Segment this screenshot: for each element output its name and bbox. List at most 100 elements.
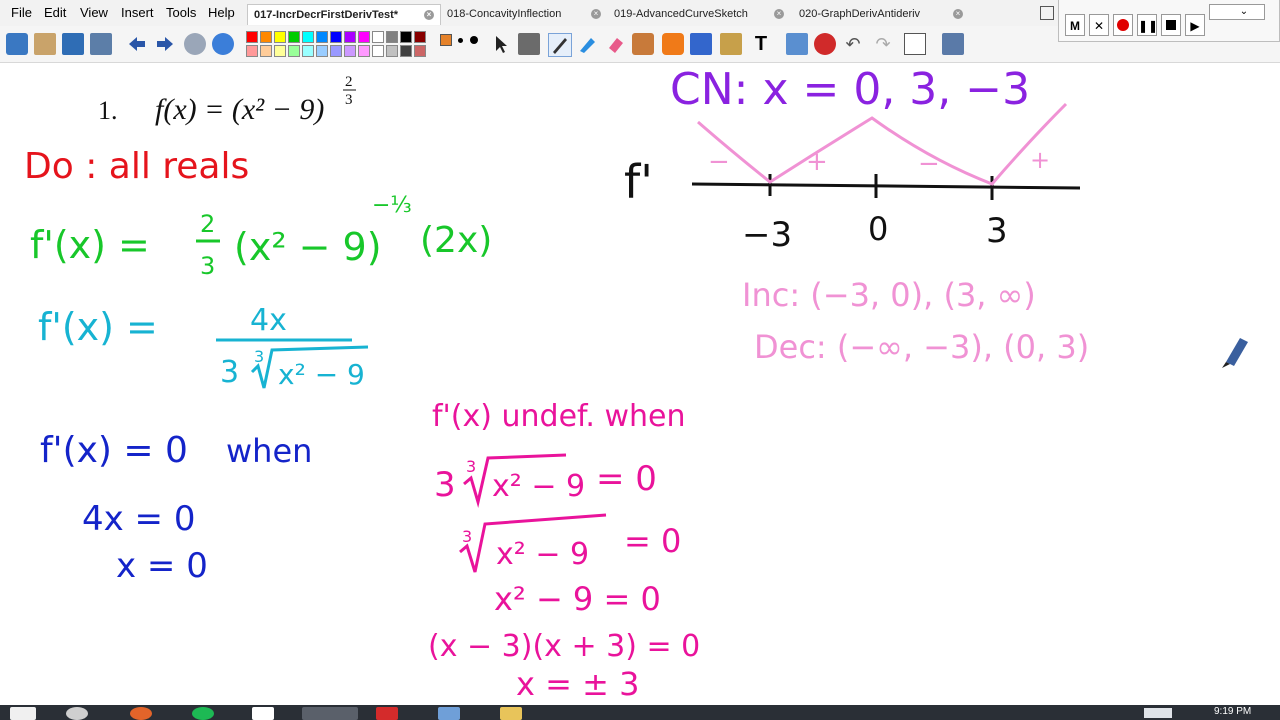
mic-button[interactable]: M	[1065, 14, 1085, 36]
browser-icon[interactable]	[212, 33, 234, 55]
color-swatch[interactable]	[414, 31, 426, 43]
menu-edit[interactable]: Edit	[44, 5, 66, 20]
close-icon[interactable]: ×	[953, 9, 963, 19]
tab-label: 018-ConcavityInflection	[447, 8, 562, 20]
color-swatch[interactable]	[358, 45, 370, 57]
derivative-1-tail: (2x)	[420, 220, 492, 261]
menu-tools[interactable]: Tools	[166, 5, 196, 20]
close-icon[interactable]: ×	[774, 9, 784, 19]
color-swatch[interactable]	[274, 45, 286, 57]
app-icon[interactable]	[66, 707, 88, 720]
firefox-icon[interactable]	[130, 707, 152, 720]
tools-icon[interactable]	[90, 33, 112, 55]
taskbar: 9:19 PM	[0, 705, 1280, 720]
line-tool-icon[interactable]	[690, 33, 712, 55]
recorder-panel: ⌄ M ✕ ❚❚ ▶	[1058, 0, 1280, 42]
color-swatch[interactable]	[414, 45, 426, 57]
color-swatch[interactable]	[260, 45, 272, 57]
dot-small-icon[interactable]	[458, 38, 463, 43]
crop-tool-icon[interactable]	[518, 33, 540, 55]
record-button[interactable]	[1113, 14, 1133, 36]
open-file-icon[interactable]	[34, 33, 56, 55]
select-arrow-icon[interactable]	[490, 33, 512, 55]
shapes-icon[interactable]	[662, 33, 684, 55]
close-icon[interactable]: ×	[424, 10, 434, 20]
eraser-icon[interactable]	[604, 33, 626, 55]
flipchart-icon[interactable]	[252, 707, 274, 720]
play-icon[interactable]	[184, 33, 206, 55]
page-sorter-icon[interactable]	[6, 33, 28, 55]
color-swatch[interactable]	[246, 45, 258, 57]
close-icon[interactable]: ×	[591, 9, 601, 19]
color-swatch[interactable]	[316, 31, 328, 43]
color-swatch[interactable]	[400, 45, 412, 57]
cancel-record-button[interactable]: ✕	[1089, 14, 1109, 36]
window-icon[interactable]	[438, 707, 460, 720]
forward-arrow-icon[interactable]	[154, 33, 176, 55]
whiteboard-canvas[interactable]: 1. f(x) = (x² − 9) 2 3 Do : all reals f'…	[0, 63, 1280, 705]
color-swatch[interactable]	[316, 45, 328, 57]
spotify-icon[interactable]	[192, 707, 214, 720]
signature-icon[interactable]	[62, 33, 84, 55]
stop-button[interactable]	[1161, 14, 1181, 36]
active-app-icon[interactable]	[302, 707, 358, 720]
color-swatch[interactable]	[246, 31, 258, 43]
redo-icon[interactable]: ↷	[872, 33, 894, 55]
menu-view[interactable]: View	[80, 5, 108, 20]
color-swatch[interactable]	[344, 31, 356, 43]
stamp-icon[interactable]	[720, 33, 742, 55]
text-tool-icon[interactable]: T	[750, 33, 772, 55]
tool-settings-icon[interactable]	[942, 33, 964, 55]
sign-chart-tick-label-neg3: −3	[742, 215, 792, 255]
color-swatch[interactable]	[372, 31, 384, 43]
menu-file[interactable]: File	[11, 5, 32, 20]
highlighter-icon[interactable]	[576, 33, 598, 55]
undef-line-1-coef: 3	[434, 465, 456, 505]
properties-icon[interactable]	[904, 33, 926, 55]
keyboard-icon[interactable]	[1144, 708, 1172, 718]
color-swatch[interactable]	[288, 45, 300, 57]
color-swatch[interactable]	[400, 31, 412, 43]
tab-label: 017-IncrDecrFirstDerivTest*	[254, 9, 399, 21]
dot-large-icon[interactable]	[470, 36, 478, 44]
pen-width-icon[interactable]	[440, 34, 452, 46]
color-swatch[interactable]	[344, 45, 356, 57]
record-icon	[1117, 19, 1129, 31]
chevron-down-icon[interactable]: ⌄	[1237, 5, 1251, 19]
color-swatch[interactable]	[260, 31, 272, 43]
color-swatch[interactable]	[372, 45, 384, 57]
menu-help[interactable]: Help	[208, 5, 235, 20]
color-swatch[interactable]	[386, 45, 398, 57]
color-swatch[interactable]	[302, 31, 314, 43]
folder-icon[interactable]	[500, 707, 522, 720]
undef-line-3: x² − 9 = 0	[494, 580, 661, 618]
tab-020[interactable]: 020-GraphDerivAntideriv ×	[793, 4, 969, 24]
recorder-icon[interactable]	[376, 707, 398, 720]
page-list-icon[interactable]	[1040, 6, 1054, 20]
tab-019[interactable]: 019-AdvancedCurveSketch ×	[608, 4, 790, 24]
tab-018[interactable]: 018-ConcavityInflection ×	[441, 4, 607, 24]
pen-tool-icon[interactable]	[548, 33, 572, 57]
color-swatch[interactable]	[288, 31, 300, 43]
sign-chart-axis	[691, 182, 1081, 190]
lab-icon[interactable]	[786, 33, 808, 55]
play-button[interactable]: ▶	[1185, 14, 1205, 36]
back-arrow-icon[interactable]	[126, 33, 148, 55]
derivative-1-left: f'(x) =	[30, 223, 150, 267]
color-swatch[interactable]	[330, 31, 342, 43]
menu-insert[interactable]: Insert	[121, 5, 154, 20]
reload-icon[interactable]	[814, 33, 836, 55]
fill-icon[interactable]	[632, 33, 654, 55]
tab-017[interactable]: 017-IncrDecrFirstDerivTest* ×	[247, 4, 441, 25]
exponent-denominator: 3	[345, 92, 353, 108]
color-swatch[interactable]	[386, 31, 398, 43]
color-swatch[interactable]	[358, 31, 370, 43]
start-button-icon[interactable]	[10, 707, 36, 720]
clock: 9:19 PM	[1214, 706, 1252, 717]
derivative-2-left: f'(x) =	[38, 305, 158, 349]
pause-button[interactable]: ❚❚	[1137, 14, 1158, 36]
color-swatch[interactable]	[302, 45, 314, 57]
undo-icon[interactable]: ↶	[842, 33, 864, 55]
color-swatch[interactable]	[274, 31, 286, 43]
color-swatch[interactable]	[330, 45, 342, 57]
